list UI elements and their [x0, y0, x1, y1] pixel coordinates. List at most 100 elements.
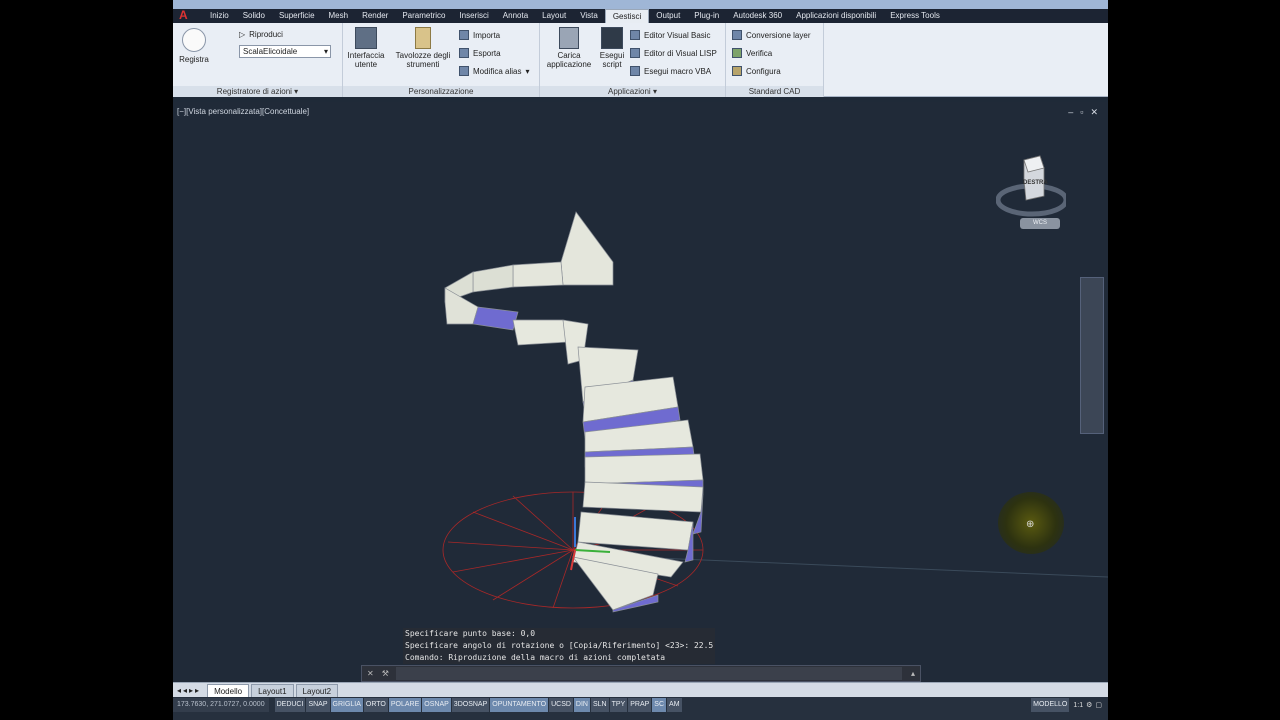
- tab-express-tools[interactable]: Express Tools: [883, 9, 947, 23]
- gear-icon[interactable]: ⚙: [1086, 701, 1092, 709]
- import-icon: [459, 30, 469, 40]
- vba-macro-icon: [630, 66, 640, 76]
- import-button[interactable]: Importa: [459, 30, 500, 40]
- toggle-polare[interactable]: POLARE: [388, 698, 422, 712]
- toggle-opuntamento[interactable]: OPUNTAMENTO: [490, 698, 549, 712]
- toggle-sln[interactable]: SLN: [590, 698, 609, 712]
- tab-plugin[interactable]: Plug-in: [687, 9, 726, 23]
- toggle-tpy[interactable]: TPY: [609, 698, 628, 712]
- load-application-button[interactable]: Carica applicazione: [542, 27, 596, 69]
- tab-solido[interactable]: Solido: [236, 9, 272, 23]
- spiral-staircase-model: [442, 211, 1108, 613]
- panel-applications: Carica applicazione Esegui script Editor…: [540, 23, 726, 97]
- tab-layout[interactable]: Layout: [535, 9, 573, 23]
- run-script-button[interactable]: Esegui script: [596, 27, 628, 69]
- vb-editor-button[interactable]: Editor Visual Basic: [630, 30, 711, 40]
- history-line: Comando: Riproduzione della macro di azi…: [405, 653, 666, 662]
- autocad-window: A Inizio Solido Superficie Mesh Render P…: [173, 0, 1108, 720]
- toggle-din[interactable]: DIN: [573, 698, 590, 712]
- tool-palettes-button[interactable]: Tavolozze degli strumenti: [391, 27, 455, 69]
- viewcube-face-label: DESTRA: [1023, 180, 1048, 186]
- navigation-bar[interactable]: [1080, 277, 1104, 434]
- lisp-editor-button[interactable]: Editor di Visual LISP: [630, 48, 717, 58]
- application-menu-button[interactable]: A: [173, 9, 203, 23]
- tab-layout2[interactable]: Layout2: [295, 683, 339, 697]
- layout-nav-arrows[interactable]: ◂◂▸▸: [173, 686, 205, 695]
- toggle-deduci[interactable]: DEDUCI: [274, 698, 306, 712]
- cursor-icon: ⊕: [1026, 519, 1035, 530]
- viewcube[interactable]: DESTRA WCS: [995, 150, 1069, 230]
- wcs-menu[interactable]: WCS: [1020, 218, 1060, 229]
- chevron-up-icon[interactable]: ▴: [906, 669, 920, 678]
- tab-inizio[interactable]: Inizio: [203, 9, 236, 23]
- toggle-am[interactable]: AM: [667, 698, 682, 712]
- command-history: Specificare punto base: 0,0 Specificare …: [403, 628, 716, 664]
- ground-grid-lines: [632, 556, 1108, 578]
- export-button[interactable]: Esporta: [459, 48, 501, 58]
- drawing-viewport[interactable]: [−][Vista personalizzata][Concettuale] –…: [173, 102, 1108, 682]
- coordinates-readout[interactable]: 173.7630, 271.0727, 0.0000: [173, 698, 269, 712]
- vba-macro-button[interactable]: Esegui macro VBA: [630, 66, 711, 76]
- toggle-3dosnap[interactable]: 3DOSNAP: [451, 698, 490, 712]
- panel-title: Registratore di azioni ▾: [173, 86, 342, 97]
- panel-customization: Interfaccia utente Tavolozze degli strum…: [343, 23, 540, 97]
- check-button[interactable]: Verifica: [732, 48, 772, 58]
- tab-output[interactable]: Output: [649, 9, 687, 23]
- toggle-prap[interactable]: PRAP: [628, 698, 652, 712]
- panel-title: Personalizzazione: [343, 86, 539, 97]
- cui-icon: [355, 27, 377, 49]
- layer-convert-icon: [732, 30, 742, 40]
- ribbon-tab-bar: A Inizio Solido Superficie Mesh Render P…: [173, 9, 1108, 23]
- toggle-snap[interactable]: SNAP: [306, 698, 330, 712]
- ribbon: Registra ▷ Riproduci ScalaElicoidale ▾ R…: [173, 23, 1108, 97]
- record-button[interactable]: Registra: [177, 28, 211, 64]
- layer-convert-button[interactable]: Conversione layer: [732, 30, 810, 40]
- configure-button[interactable]: Configura: [732, 66, 781, 76]
- vb-editor-icon: [630, 30, 640, 40]
- panel-title: Standard CAD: [726, 86, 823, 97]
- toggle-orto[interactable]: ORTO: [363, 698, 388, 712]
- mouse-cursor-highlight: ⊕: [998, 492, 1064, 554]
- load-application-icon: [559, 27, 579, 49]
- tab-superficie[interactable]: Superficie: [272, 9, 322, 23]
- toggle-ucsd[interactable]: UCSD: [549, 698, 573, 712]
- command-line[interactable]: ✕ ⚒ ▴: [361, 665, 921, 682]
- tool-palettes-icon: [415, 27, 431, 49]
- play-icon: ▷: [239, 30, 246, 39]
- wrench-icon[interactable]: ⚒: [379, 669, 392, 678]
- tab-inserisci[interactable]: Inserisci: [452, 9, 495, 23]
- export-icon: [459, 48, 469, 58]
- tab-modello[interactable]: Modello: [207, 683, 250, 697]
- toggle-griglia[interactable]: GRIGLIA: [330, 698, 363, 712]
- chevron-down-icon: ▾: [525, 66, 530, 76]
- edit-alias-icon: [459, 66, 469, 76]
- model-space-toggle[interactable]: MODELLO: [1031, 698, 1070, 712]
- tab-parametrico[interactable]: Parametrico: [395, 9, 452, 23]
- layout-tab-bar: ◂◂▸▸ Modello Layout1 Layout2: [173, 682, 1108, 697]
- tab-render[interactable]: Render: [355, 9, 395, 23]
- history-line: Specificare punto base: 0,0: [405, 629, 536, 638]
- status-bar: 173.7630, 271.0727, 0.0000 DEDUCI SNAP G…: [173, 697, 1108, 720]
- user-interface-button[interactable]: Interfaccia utente: [343, 27, 389, 69]
- annotation-scale[interactable]: 1:1: [1073, 702, 1083, 709]
- toggle-osnap[interactable]: OSNAP: [422, 698, 451, 712]
- tab-gestisci[interactable]: Gestisci: [604, 9, 650, 23]
- panel-action-recorder: Registra ▷ Riproduci ScalaElicoidale ▾ R…: [173, 23, 343, 97]
- tab-layout1[interactable]: Layout1: [251, 683, 294, 697]
- edit-alias-button[interactable]: Modifica alias ▾: [459, 66, 529, 76]
- tab-annota[interactable]: Annota: [496, 9, 535, 23]
- tab-mesh[interactable]: Mesh: [322, 9, 356, 23]
- tab-autodesk-360[interactable]: Autodesk 360: [726, 9, 789, 23]
- run-script-icon: [601, 27, 623, 49]
- command-input[interactable]: [395, 667, 902, 680]
- tab-vista[interactable]: Vista: [573, 9, 605, 23]
- status-tray: MODELLO 1:1 ⚙ ▢: [1031, 698, 1108, 712]
- lisp-editor-icon: [630, 48, 640, 58]
- configure-icon: [732, 66, 742, 76]
- tab-applicazioni-disponibili[interactable]: Applicazioni disponibili: [789, 9, 883, 23]
- play-button[interactable]: ▷ Riproduci: [239, 30, 283, 39]
- fullscreen-icon[interactable]: ▢: [1095, 701, 1102, 709]
- close-icon[interactable]: ✕: [362, 669, 379, 678]
- macro-select[interactable]: ScalaElicoidale ▾: [239, 45, 331, 58]
- toggle-sc[interactable]: SC: [652, 698, 667, 712]
